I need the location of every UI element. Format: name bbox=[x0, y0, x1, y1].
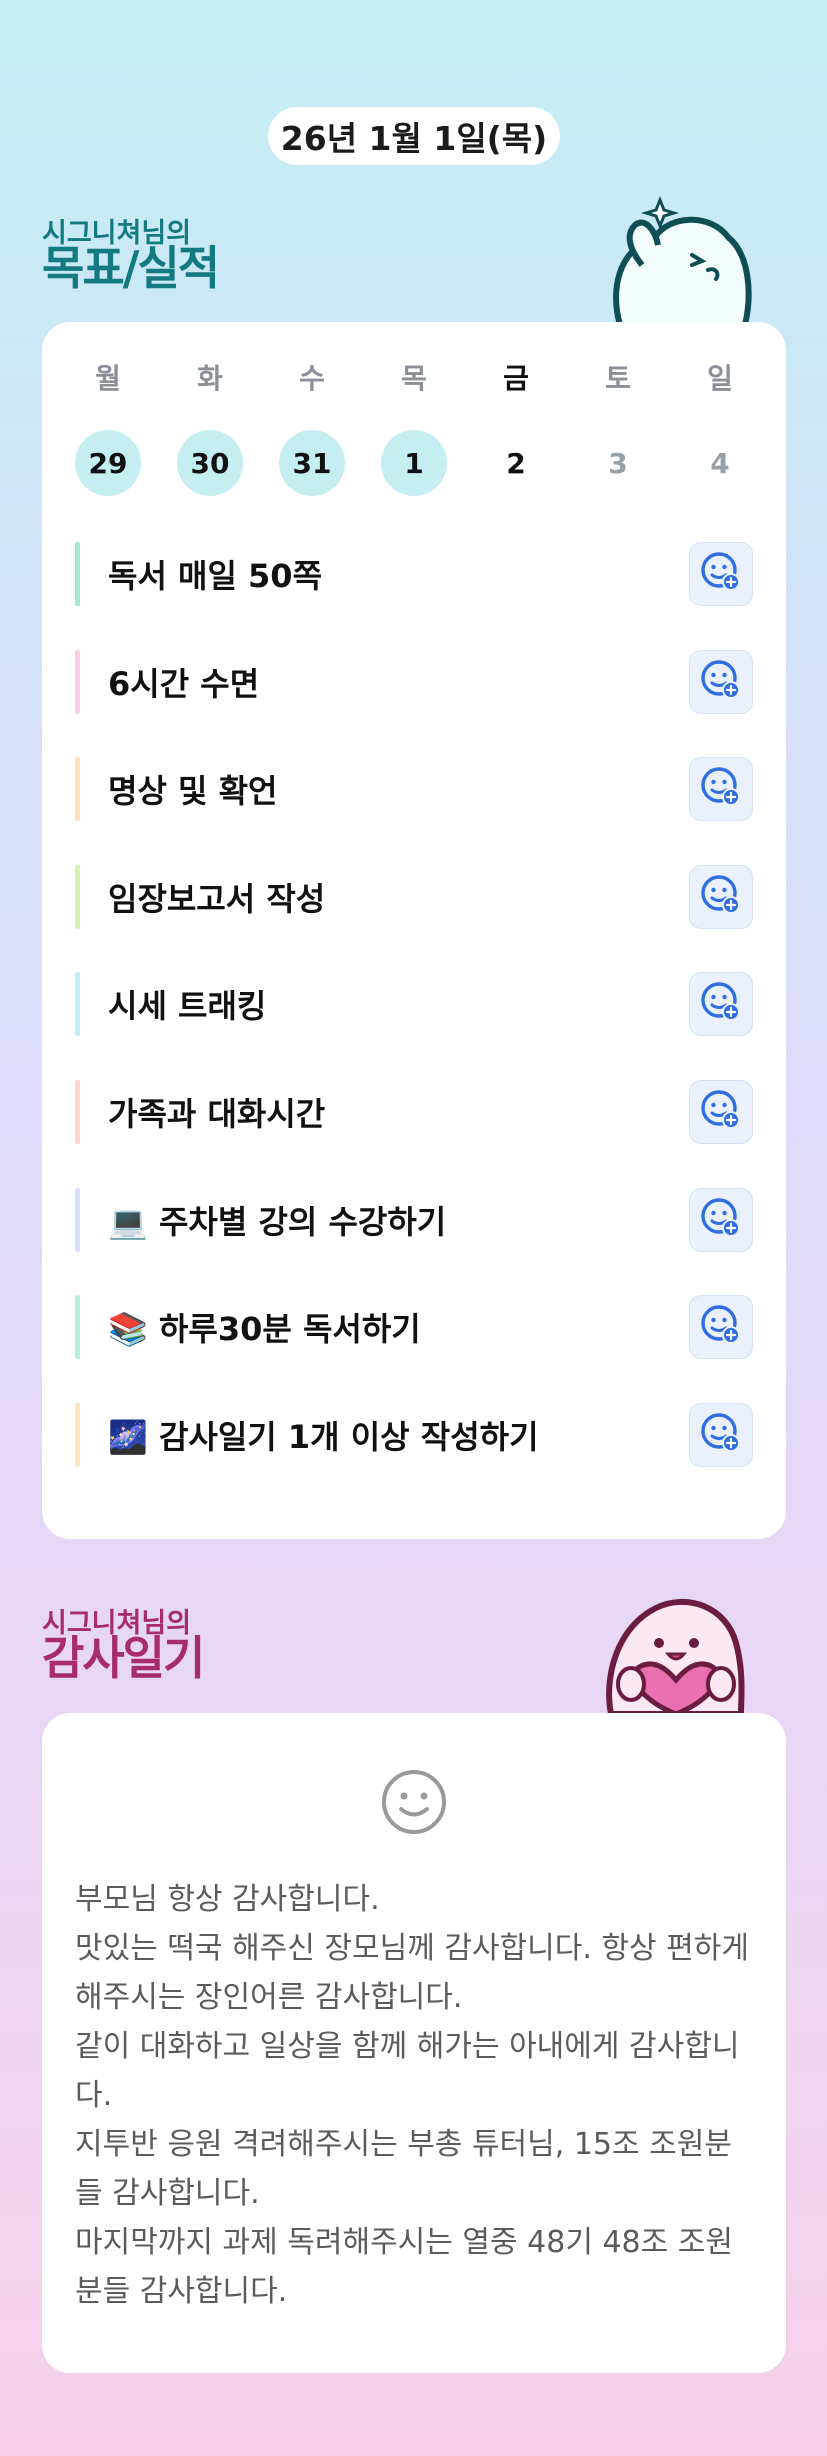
goal-color-bar bbox=[75, 757, 80, 822]
day-name-tue: 화 bbox=[197, 362, 223, 395]
goal-color-bar bbox=[75, 864, 80, 929]
gratitude-title: 감사일기 bbox=[42, 1631, 205, 1685]
smiley-plus-icon bbox=[699, 873, 743, 921]
goals-card: 월 화 수 목 금 토 일 29 30 31 1 2 3 4 독서 매일 50쪽… bbox=[42, 322, 786, 1539]
goal-item[interactable]: 💻 주차별 강의 수강하기 bbox=[75, 1187, 753, 1252]
week-dates: 29 30 31 1 2 3 4 bbox=[75, 430, 753, 496]
goal-color-bar bbox=[75, 972, 80, 1037]
smiley-plus-icon bbox=[699, 658, 743, 706]
date-1[interactable]: 1 bbox=[381, 430, 447, 496]
add-reaction-button[interactable] bbox=[689, 1295, 753, 1360]
day-name-mon: 월 bbox=[95, 362, 121, 395]
goal-item[interactable]: 독서 매일 50쪽 bbox=[75, 542, 753, 606]
add-reaction-button[interactable] bbox=[689, 757, 753, 822]
goal-item[interactable]: 6시간 수면 bbox=[75, 649, 753, 714]
goal-item[interactable]: 명상 및 확언 bbox=[75, 757, 753, 822]
add-reaction-button[interactable] bbox=[689, 1402, 753, 1467]
goal-label: 시세 트래킹 bbox=[108, 987, 267, 1026]
goal-color-bar bbox=[75, 542, 80, 606]
date-29[interactable]: 29 bbox=[75, 430, 141, 496]
date-pill: 26년 1월 1일(목) bbox=[268, 107, 560, 165]
goal-item[interactable]: 임장보고서 작성 bbox=[75, 864, 753, 929]
day-name-wed: 수 bbox=[299, 362, 325, 395]
gratitude-text: 부모님 항상 감사합니다. 맛있는 떡국 해주신 장모님께 감사합니다. 항상 … bbox=[75, 1882, 749, 2309]
goal-color-bar bbox=[75, 649, 80, 714]
date-31[interactable]: 31 bbox=[279, 430, 345, 496]
smiley-plus-icon bbox=[699, 1196, 743, 1244]
smiley-plus-icon bbox=[699, 765, 743, 813]
waving-ghost-mascot-icon bbox=[613, 195, 752, 325]
week-day-names: 월 화 수 목 금 토 일 bbox=[75, 357, 753, 397]
date-3[interactable]: 3 bbox=[585, 430, 651, 496]
add-reaction-button[interactable] bbox=[689, 1080, 753, 1144]
heart-ghost-mascot-icon bbox=[606, 1598, 745, 1714]
add-reaction-button[interactable] bbox=[689, 649, 753, 714]
add-reaction-button[interactable] bbox=[689, 864, 753, 929]
smiley-plus-icon bbox=[699, 1411, 743, 1459]
goal-color-bar bbox=[75, 1402, 80, 1467]
smiley-face-icon bbox=[382, 1770, 446, 1834]
add-reaction-button[interactable] bbox=[689, 972, 753, 1037]
smiley-plus-icon bbox=[699, 550, 743, 598]
current-date: 26년 1월 1일(목) bbox=[280, 119, 548, 158]
goal-label: 독서 매일 50쪽 bbox=[108, 557, 323, 595]
goal-item[interactable]: 🌌 감사일기 1개 이상 작성하기 bbox=[75, 1402, 753, 1467]
date-30[interactable]: 30 bbox=[177, 430, 243, 496]
goal-item[interactable]: 📚 하루30분 독서하기 bbox=[75, 1295, 753, 1360]
goal-label: 6시간 수면 bbox=[108, 664, 260, 703]
gratitude-card: 부모님 항상 감사합니다. 맛있는 떡국 해주신 장모님께 감사합니다. 항상 … bbox=[42, 1713, 786, 2373]
goal-color-bar bbox=[75, 1295, 80, 1360]
add-reaction-button[interactable] bbox=[689, 542, 753, 606]
goals-title: 목표/실적 bbox=[42, 241, 220, 295]
smiley-plus-icon bbox=[699, 1303, 743, 1351]
day-name-thu: 목 bbox=[401, 362, 427, 395]
goal-item[interactable]: 시세 트래킹 bbox=[75, 972, 753, 1037]
goal-label: 🌌 감사일기 1개 이상 작성하기 bbox=[108, 1417, 539, 1456]
goal-label: 명상 및 확언 bbox=[108, 772, 278, 811]
goal-label: 💻 주차별 강의 수강하기 bbox=[108, 1202, 447, 1241]
smiley-plus-icon bbox=[699, 980, 743, 1028]
goal-label: 가족과 대화시간 bbox=[108, 1095, 326, 1133]
goal-item[interactable]: 가족과 대화시간 bbox=[75, 1080, 753, 1144]
add-reaction-button[interactable] bbox=[689, 1187, 753, 1252]
goal-label: 📚 하루30분 독서하기 bbox=[108, 1310, 421, 1349]
day-name-fri: 금 bbox=[503, 362, 529, 395]
goal-label: 임장보고서 작성 bbox=[108, 879, 326, 918]
date-2[interactable]: 2 bbox=[483, 430, 549, 496]
day-name-sun: 일 bbox=[707, 362, 733, 395]
day-name-sat: 토 bbox=[605, 362, 631, 395]
smiley-plus-icon bbox=[699, 1088, 743, 1136]
goal-color-bar bbox=[75, 1187, 80, 1252]
date-4[interactable]: 4 bbox=[687, 430, 753, 496]
goal-color-bar bbox=[75, 1080, 80, 1144]
